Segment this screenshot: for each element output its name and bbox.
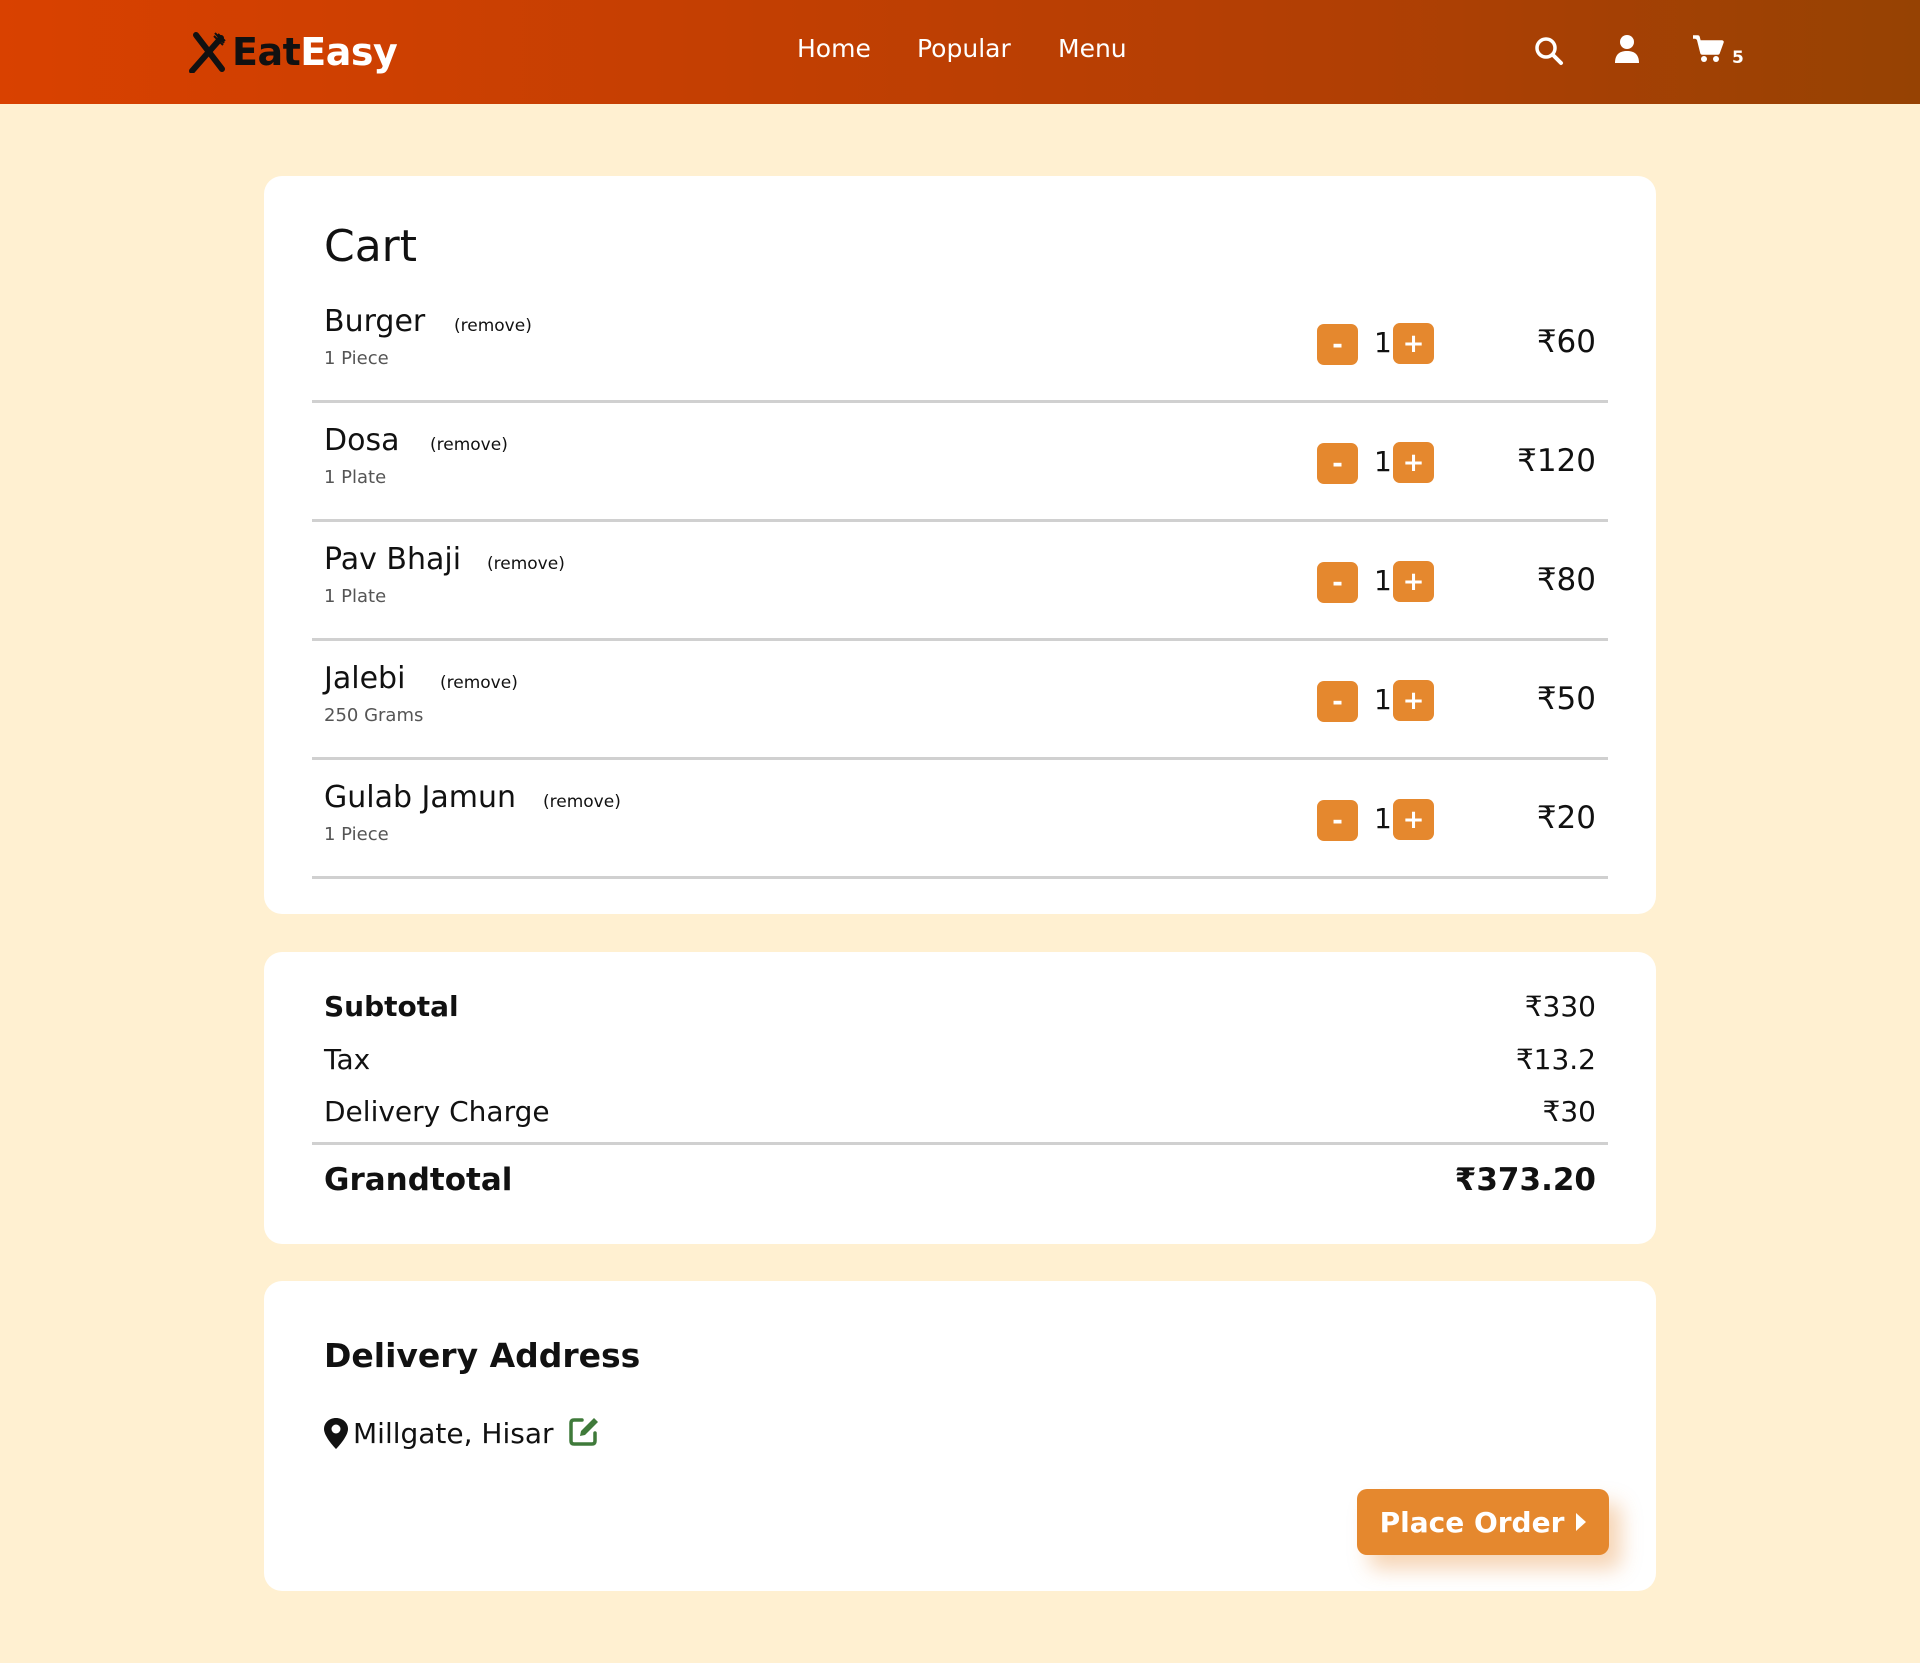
nav-home-link[interactable]: Home (797, 34, 871, 63)
item-quantity: 1 (1374, 683, 1392, 716)
tax-row: Tax ₹13.2 (324, 1043, 1596, 1087)
item-quantity: 1 (1374, 326, 1392, 359)
remove-link[interactable]: (remove) (430, 435, 508, 455)
grandtotal-row: Grandtotal ₹373.20 (324, 1162, 1596, 1206)
place-order-button[interactable]: Place Order (1357, 1489, 1609, 1555)
delivery-address-title: Delivery Address (324, 1336, 641, 1375)
increase-qty-button[interactable]: + (1393, 561, 1434, 602)
cart-item: Dosa (remove) 1 Plate - 1 + ₹120 (312, 403, 1608, 522)
item-price: ₹20 (1536, 800, 1596, 836)
item-name: Burger (324, 304, 426, 339)
nav-popular-link[interactable]: Popular (917, 34, 1011, 63)
increase-qty-button[interactable]: + (1393, 680, 1434, 721)
decrease-qty-button[interactable]: - (1317, 800, 1358, 841)
delivery-address-text: Millgate, Hisar (353, 1417, 554, 1450)
item-unit: 1 Plate (324, 467, 387, 488)
grandtotal-label: Grandtotal (324, 1162, 513, 1198)
top-navbar: Eat Easy Home Popular Menu 5 (0, 0, 1920, 104)
item-name: Pav Bhaji (324, 542, 462, 577)
item-name: Dosa (324, 423, 400, 458)
remove-link[interactable]: (remove) (454, 316, 532, 336)
summary-divider (312, 1142, 1608, 1145)
location-pin-icon (324, 1418, 348, 1449)
delivery-charge-value: ₹30 (1542, 1095, 1596, 1128)
cart-title: Cart (324, 221, 418, 272)
grandtotal-value: ₹373.20 (1454, 1162, 1596, 1198)
decrease-qty-button[interactable]: - (1317, 324, 1358, 365)
cart-item: Jalebi (remove) 250 Grams - 1 + ₹50 (312, 641, 1608, 760)
increase-qty-button[interactable]: + (1393, 323, 1434, 364)
item-quantity: 1 (1374, 445, 1392, 478)
user-icon[interactable] (1614, 34, 1640, 64)
decrease-qty-button[interactable]: - (1317, 562, 1358, 603)
increase-qty-button[interactable]: + (1393, 799, 1434, 840)
item-unit: 1 Plate (324, 586, 387, 607)
item-unit: 1 Piece (324, 824, 389, 845)
order-summary-card: Subtotal ₹330 Tax ₹13.2 Delivery Charge … (264, 952, 1656, 1244)
subtotal-label: Subtotal (324, 990, 459, 1023)
decrease-qty-button[interactable]: - (1317, 443, 1358, 484)
subtotal-value: ₹330 (1524, 990, 1596, 1023)
cart-item: Burger (remove) 1 Piece - 1 + ₹60 (312, 284, 1608, 403)
search-icon[interactable] (1534, 36, 1564, 66)
delivery-charge-row: Delivery Charge ₹30 (324, 1095, 1596, 1139)
item-unit: 1 Piece (324, 348, 389, 369)
nav-menu-link[interactable]: Menu (1058, 34, 1127, 63)
remove-link[interactable]: (remove) (487, 554, 565, 574)
cart-item: Gulab Jamun (remove) 1 Piece - 1 + ₹20 (312, 760, 1608, 879)
caret-right-icon (1576, 1513, 1587, 1531)
cart-item: Pav Bhaji (remove) 1 Plate - 1 + ₹80 (312, 522, 1608, 641)
remove-link[interactable]: (remove) (440, 673, 518, 693)
cart-card: Cart Burger (remove) 1 Piece - 1 + ₹60 D… (264, 176, 1656, 914)
place-order-label: Place Order (1379, 1505, 1565, 1539)
item-name: Gulab Jamun (324, 780, 517, 815)
increase-qty-button[interactable]: + (1393, 442, 1434, 483)
item-price: ₹50 (1536, 681, 1596, 717)
tax-label: Tax (324, 1043, 371, 1076)
item-price: ₹60 (1536, 324, 1596, 360)
item-quantity: 1 (1374, 564, 1392, 597)
item-quantity: 1 (1374, 802, 1392, 835)
item-name: Jalebi (324, 661, 406, 696)
item-unit: 250 Grams (324, 705, 424, 726)
cart-icon[interactable] (1692, 34, 1724, 64)
remove-link[interactable]: (remove) (543, 792, 621, 812)
tax-value: ₹13.2 (1515, 1043, 1596, 1076)
delivery-charge-label: Delivery Charge (324, 1095, 550, 1128)
item-price: ₹120 (1517, 443, 1596, 479)
cart-count-badge: 5 (1732, 48, 1744, 68)
delivery-address-card: Delivery Address Millgate, Hisar Place O… (264, 1281, 1656, 1591)
item-price: ₹80 (1536, 562, 1596, 598)
subtotal-row: Subtotal ₹330 (324, 990, 1596, 1034)
edit-icon[interactable] (568, 1415, 600, 1447)
decrease-qty-button[interactable]: - (1317, 681, 1358, 722)
